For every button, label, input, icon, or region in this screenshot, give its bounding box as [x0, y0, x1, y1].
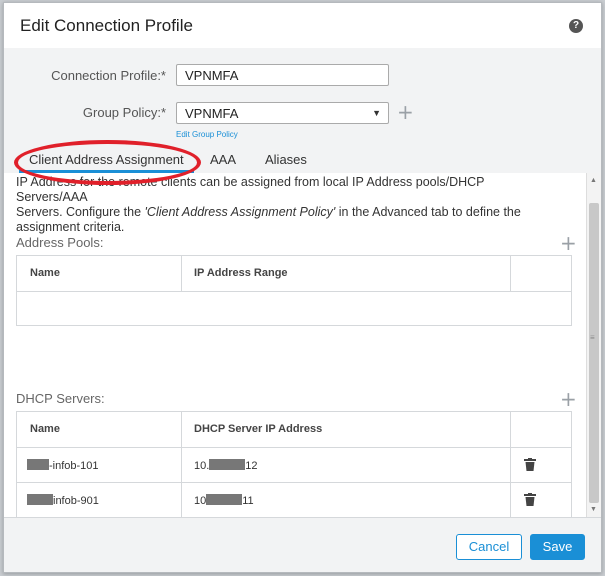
dhcp-name-cell: -infob-101: [27, 459, 99, 472]
redacted-block: [27, 459, 49, 470]
add-group-policy-plus-icon[interactable]: +: [397, 102, 414, 122]
connection-profile-label: Connection Profile:*: [51, 68, 166, 83]
address-pools-header: Name IP Address Range: [17, 256, 571, 292]
add-address-pool-plus-icon[interactable]: +: [560, 233, 577, 253]
column-divider: [510, 256, 511, 292]
dhcp-ip-prefix: 10: [194, 495, 207, 507]
address-pools-table: Name IP Address Range: [16, 255, 572, 326]
content-scrollbar[interactable]: ▲ ≡ ▼: [586, 173, 601, 517]
description-line-2-pre: Servers. Configure the: [16, 205, 145, 219]
dhcp-name: infob-901: [53, 495, 99, 507]
edit-group-policy-link[interactable]: Edit Group Policy: [176, 130, 238, 139]
save-button[interactable]: Save: [530, 534, 585, 560]
column-header-name: Name: [30, 267, 60, 279]
connection-profile-input[interactable]: [176, 64, 389, 86]
column-header-dhcp-ip: DHCP Server IP Address: [194, 423, 323, 435]
scroll-down-arrow-icon[interactable]: ▼: [590, 506, 597, 513]
column-divider: [181, 412, 182, 448]
column-header-ip-range: IP Address Range: [194, 267, 288, 279]
dhcp-ip-cell: 10. 12: [194, 459, 258, 472]
group-policy-select[interactable]: VPNMFA ▼: [176, 102, 389, 124]
column-divider: [181, 448, 182, 517]
tab-aaa[interactable]: AAA: [210, 152, 236, 167]
table-row[interactable]: infob-901 10 11: [17, 483, 571, 517]
edit-connection-profile-dialog: Edit Connection Profile ? Connection Pro…: [3, 2, 602, 573]
dhcp-servers-label: DHCP Servers:: [16, 391, 105, 406]
redacted-block: [27, 494, 53, 505]
dhcp-name: -infob-101: [49, 460, 99, 472]
redacted-block: [209, 459, 246, 470]
cancel-button[interactable]: Cancel: [456, 534, 522, 560]
dhcp-servers-header: Name DHCP Server IP Address: [17, 412, 571, 448]
description-line-1: IP Address for the remote clients can be…: [16, 175, 485, 204]
column-divider: [510, 448, 511, 517]
redacted-block: [206, 494, 243, 505]
column-divider: [181, 256, 182, 292]
column-divider: [510, 412, 511, 448]
column-header-name: Name: [30, 423, 60, 435]
scroll-grip-icon: ≡: [590, 333, 595, 342]
dhcp-ip-suffix: 12: [245, 460, 258, 472]
tab-aliases[interactable]: Aliases: [265, 152, 307, 167]
group-policy-value: VPNMFA: [185, 106, 239, 121]
description-line-3: assignment criteria.: [16, 220, 125, 234]
dhcp-servers-table: Name DHCP Server IP Address -infob-101 1…: [16, 411, 572, 517]
dhcp-ip-prefix: 10.: [194, 460, 210, 472]
dialog-header: Edit Connection Profile ?: [4, 3, 601, 48]
dhcp-ip-cell: 10 11: [194, 494, 254, 507]
help-icon[interactable]: ?: [569, 19, 583, 33]
client-address-assignment-panel: IP Address for the remote clients can be…: [4, 173, 586, 517]
table-row[interactable]: -infob-101 10. 12: [17, 448, 571, 483]
dialog-footer: Cancel Save: [4, 517, 601, 572]
trash-icon[interactable]: [524, 493, 536, 506]
dialog-title: Edit Connection Profile: [20, 16, 193, 35]
scroll-up-arrow-icon[interactable]: ▲: [590, 177, 597, 184]
description-policy-name: 'Client Address Assignment Policy': [144, 205, 336, 219]
profile-tabs: Client Address Assignment AAA Aliases: [4, 146, 601, 173]
scroll-thumb[interactable]: [589, 203, 599, 503]
address-pools-label: Address Pools:: [16, 235, 104, 250]
assignment-description: IP Address for the remote clients can be…: [16, 175, 556, 235]
chevron-down-icon: ▼: [372, 108, 381, 118]
tab-client-address-assignment[interactable]: Client Address Assignment: [29, 152, 184, 167]
group-policy-label: Group Policy:*: [82, 105, 166, 120]
add-dhcp-server-plus-icon[interactable]: +: [560, 389, 577, 409]
dhcp-ip-suffix: 11: [242, 495, 254, 507]
description-line-2-post: in the Advanced tab to define the: [335, 205, 521, 219]
trash-icon[interactable]: [524, 458, 536, 471]
dhcp-name-cell: infob-901: [27, 494, 99, 507]
